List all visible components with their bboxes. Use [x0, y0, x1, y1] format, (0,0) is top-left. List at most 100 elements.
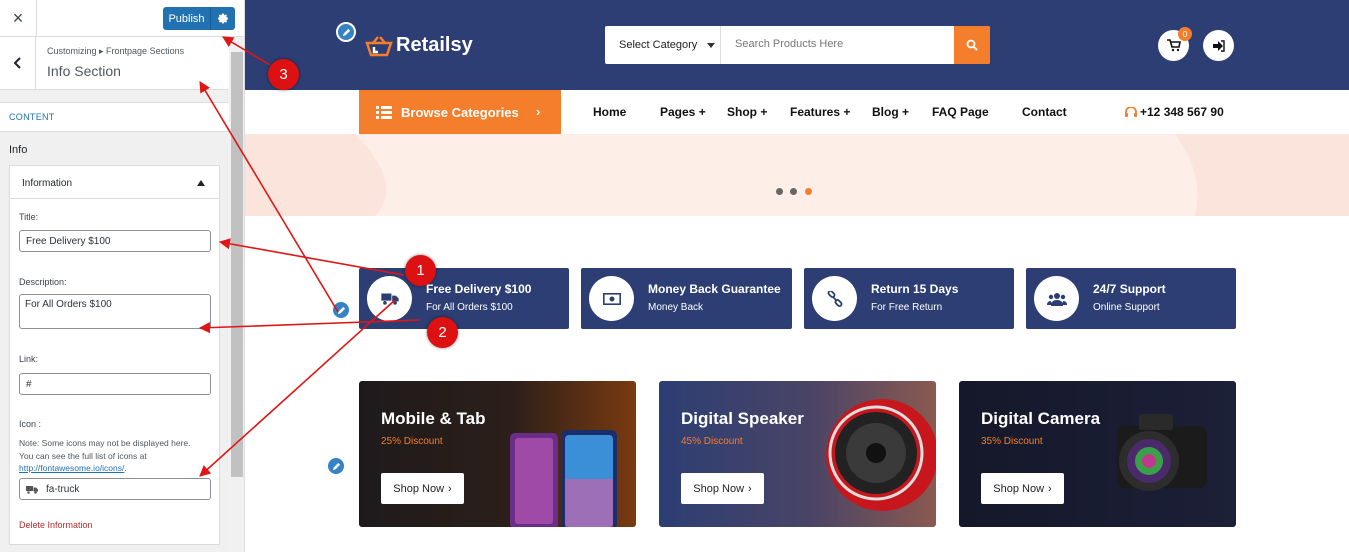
feature-icon-circle — [1034, 276, 1079, 321]
basket-logo-icon — [365, 35, 393, 56]
browse-categories-label: Browse Categories — [401, 104, 519, 120]
nav-home[interactable]: Home — [593, 105, 626, 119]
phone-text: +12 348 567 90 — [1140, 105, 1224, 119]
feature-icon-circle — [589, 276, 634, 321]
feature-subtitle: Online Support — [1093, 302, 1160, 313]
info-label: Info — [9, 144, 28, 156]
back-button[interactable] — [0, 37, 36, 89]
promo-banner-camera[interactable]: Digital Camera 35% Discount Shop Now › — [959, 381, 1236, 527]
promo-title: Digital Speaker — [681, 409, 804, 428]
description-label: Description: — [19, 277, 67, 287]
hero-slider — [245, 134, 1349, 216]
pencil-icon — [337, 306, 345, 314]
link-input[interactable]: # — [19, 373, 211, 395]
truck-icon — [380, 293, 399, 305]
category-select-label: Select Category — [619, 39, 698, 51]
search-bar: Select Category Search Products Here — [605, 26, 990, 64]
phone-image — [510, 430, 617, 527]
shop-now-label: Shop Now — [993, 482, 1045, 495]
link-icon — [827, 290, 842, 307]
feature-box-money-back[interactable]: Money Back Guarantee Money Back — [581, 268, 792, 329]
annotation-badge-3: 3 — [268, 59, 299, 90]
annotation-badge-1: 1 — [405, 255, 436, 286]
icon-value: fa-truck — [46, 483, 80, 495]
promo-banner-speaker[interactable]: Digital Speaker 45% Discount Shop Now › — [659, 381, 936, 527]
icon-note: Note: Some icons may not be displayed he… — [19, 437, 219, 475]
promo-banner-mobile[interactable]: Mobile & Tab 25% Discount Shop Now › — [359, 381, 636, 527]
nav-features[interactable]: Features + — [790, 105, 850, 119]
feature-icon-circle — [367, 276, 412, 321]
headset-icon — [1125, 106, 1137, 117]
description-textarea[interactable]: For All Orders $100 — [19, 294, 211, 329]
search-button[interactable] — [954, 26, 990, 64]
login-button[interactable] — [1203, 30, 1234, 61]
content-heading: CONTENT — [0, 102, 229, 132]
shop-now-button[interactable]: Shop Now › — [981, 473, 1064, 504]
collapse-arrow-icon — [197, 180, 205, 186]
chevron-right-icon: › — [748, 482, 752, 495]
category-select[interactable]: Select Category — [605, 26, 721, 64]
nav-shop[interactable]: Shop + — [727, 105, 767, 119]
icon-input[interactable]: fa-truck — [19, 478, 211, 500]
chevron-right-icon: › — [448, 482, 452, 495]
close-customizer-button[interactable]: × — [0, 0, 37, 37]
cart-count-badge: 0 — [1178, 27, 1192, 41]
promo-discount: 35% Discount — [981, 436, 1043, 447]
feature-subtitle: For Free Return — [871, 302, 943, 313]
feature-title: Free Delivery $100 — [426, 282, 532, 296]
section-title: Info Section — [47, 63, 121, 79]
cart-icon — [1166, 39, 1181, 52]
note-line-2: You can see the full list of icons at — [19, 450, 147, 461]
speaker-image — [826, 399, 936, 511]
publish-settings-gear-icon[interactable] — [210, 7, 235, 30]
edit-shortcut-promo-button[interactable] — [326, 456, 346, 476]
link-label: Link: — [19, 354, 39, 364]
site-logo[interactable]: Retailsy — [365, 34, 473, 57]
delete-information-link[interactable]: Delete Information — [19, 520, 93, 530]
slider-dot-1[interactable] — [776, 188, 783, 195]
truck-icon — [26, 485, 38, 494]
search-input[interactable]: Search Products Here — [735, 38, 843, 50]
section-header: Customizing ▸ Frontpage Sections Info Se… — [0, 37, 229, 90]
nav-pages[interactable]: Pages + — [660, 105, 706, 119]
camera-image — [1117, 414, 1207, 491]
sidebar-scrollbar[interactable] — [229, 37, 244, 552]
promo-discount: 25% Discount — [381, 436, 443, 447]
feature-box-support[interactable]: 24/7 Support Online Support — [1026, 268, 1236, 329]
promo-title: Mobile & Tab — [381, 409, 486, 428]
shop-now-label: Shop Now — [693, 482, 745, 495]
pencil-icon — [342, 28, 350, 36]
information-panel-toggle[interactable]: Information — [10, 166, 219, 199]
close-icon: × — [12, 8, 24, 28]
edit-shortcut-info-button[interactable] — [331, 300, 351, 320]
slider-dot-2[interactable] — [790, 188, 797, 195]
sign-in-icon — [1213, 39, 1225, 52]
chevron-down-icon — [707, 43, 715, 48]
chevron-right-icon: › — [536, 104, 541, 119]
nav-blog[interactable]: Blog + — [872, 105, 909, 119]
feature-box-delivery[interactable]: Free Delivery $100 For All Orders $100 — [359, 268, 569, 329]
feature-box-return[interactable]: Return 15 Days For Free Return — [804, 268, 1014, 329]
phone-number: +12 348 567 90 — [1125, 105, 1224, 119]
nav-contact[interactable]: Contact — [1022, 105, 1067, 119]
feature-title: Money Back Guarantee — [648, 282, 781, 296]
slider-dot-3-active[interactable] — [805, 188, 812, 195]
nav-faq[interactable]: FAQ Page — [932, 105, 989, 119]
feature-icon-circle — [812, 276, 857, 321]
publish-button[interactable]: Publish — [163, 7, 235, 30]
scrollbar-thumb[interactable] — [231, 52, 243, 477]
icon-label: Icon : — [19, 419, 42, 429]
breadcrumb: Customizing ▸ Frontpage Sections — [47, 46, 185, 56]
title-label: Title: — [19, 212, 39, 222]
shop-now-button[interactable]: Shop Now › — [381, 473, 464, 504]
fontawesome-link[interactable]: http://fontawesome.io/icons/ — [19, 463, 124, 473]
feature-title: Return 15 Days — [871, 282, 959, 296]
pencil-icon — [332, 462, 340, 470]
panel-title: Information — [22, 178, 73, 189]
browse-categories-button[interactable]: Browse Categories › — [359, 90, 561, 134]
shop-now-button[interactable]: Shop Now › — [681, 473, 764, 504]
title-input[interactable]: Free Delivery $100 — [19, 230, 211, 252]
feature-subtitle: Money Back — [648, 302, 704, 313]
edit-shortcut-logo-button[interactable] — [336, 22, 356, 42]
note-end: . — [124, 463, 127, 473]
